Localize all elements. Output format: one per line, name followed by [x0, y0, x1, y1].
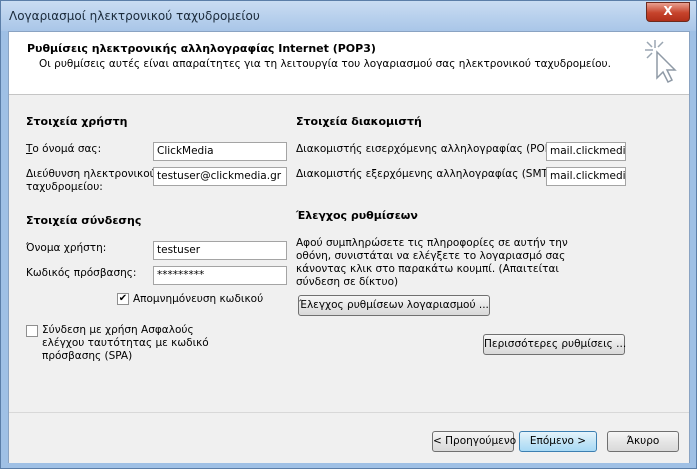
- test-desc-line1: Αφού συμπληρώσετε τις πληροφορίες σε αυτ…: [296, 237, 568, 249]
- outgoing-server-input[interactable]: mail.clickmedia.: [546, 167, 626, 186]
- dialog-footer: < Προηγούμενο Επόμενο > Άκυρο: [9, 412, 689, 463]
- username-input[interactable]: testuser: [153, 241, 287, 260]
- password-input[interactable]: *********: [153, 266, 287, 285]
- test-desc-line3: κάνοντας κλικ στο παρακάτω κουμπί. (Απαι…: [296, 263, 559, 275]
- cancel-button[interactable]: Άκυρο: [607, 431, 679, 452]
- test-desc-line4: σύνδεση σε δίκτυο): [296, 276, 399, 288]
- remember-password-checkbox[interactable]: ✔: [117, 293, 129, 305]
- spa-checkbox[interactable]: [26, 325, 38, 337]
- header-title: Ρυθμίσεις ηλεκτρονικής αλληλογραφίας Int…: [27, 42, 376, 55]
- user-info-heading: Στοιχεία χρήστη: [26, 115, 128, 128]
- outgoing-server-label: Διακομιστής εξερχόμενης αλληλογραφίας (S…: [296, 168, 562, 180]
- dialog-window: Λογαριασμοί ηλεκτρονικού ταχυδρομείου X …: [0, 0, 697, 469]
- email-label-line1: Διεύθυνση ηλεκτρονικού: [26, 168, 156, 180]
- spa-label-line1: Σύνδεση με χρήση Ασφαλούς: [42, 324, 194, 336]
- name-label: Το όνομά σας:: [26, 143, 102, 155]
- window-title: Λογαριασμοί ηλεκτρονικού ταχυδρομείου: [9, 9, 260, 23]
- name-input[interactable]: ClickMedia: [153, 142, 287, 161]
- dialog-content: Ρυθμίσεις ηλεκτρονικής αλληλογραφίας Int…: [8, 31, 690, 463]
- close-button[interactable]: X: [646, 2, 690, 22]
- checkmark-icon: ✔: [118, 293, 128, 304]
- email-label-line2: ταχυδρομείου:: [26, 181, 103, 193]
- test-desc-line2: οθόνη, συνιστάται να ελέγξετε το λογαρια…: [296, 250, 566, 262]
- wizard-cursor-icon: [645, 40, 677, 84]
- header-subtitle: Οι ρυθμίσεις αυτές είναι απαραίτητες για…: [39, 58, 611, 70]
- server-info-heading: Στοιχεία διακομιστή: [296, 115, 422, 128]
- spa-label-line3: πρόσβασης (SPA): [42, 350, 133, 362]
- logon-info-heading: Στοιχεία σύνδεσης: [26, 214, 142, 227]
- test-account-settings-button[interactable]: Έλεγχος ρυθμίσεων λογαριασμού ...: [298, 295, 490, 316]
- title-bar[interactable]: Λογαριασμοί ηλεκτρονικού ταχυδρομείου X: [1, 1, 696, 31]
- test-settings-heading: Έλεγχος ρυθμίσεων: [296, 209, 418, 222]
- email-input[interactable]: testuser@clickmedia.gr: [153, 167, 287, 186]
- name-label-rest: ο όνομά σας:: [32, 143, 102, 155]
- next-button[interactable]: Επόμενο >: [519, 431, 597, 452]
- incoming-server-label: Διακομιστής εισερχόμενης αλληλογραφίας (…: [296, 143, 566, 155]
- remember-password-label: Απομνημόνευση κωδικού: [133, 293, 264, 305]
- incoming-server-input[interactable]: mail.clickmedia.: [546, 142, 626, 161]
- back-button[interactable]: < Προηγούμενο: [432, 431, 516, 452]
- username-label: Όνομα χρήστη:: [26, 242, 107, 254]
- spa-label-line2: ελέγχου ταυτότητας με κωδικό: [42, 337, 209, 349]
- wizard-header: Ρυθμίσεις ηλεκτρονικής αλληλογραφίας Int…: [9, 32, 689, 95]
- more-settings-button[interactable]: Περισσότερες ρυθμίσεις ...: [483, 334, 626, 355]
- password-label: Κωδικός πρόσβασης:: [26, 267, 137, 279]
